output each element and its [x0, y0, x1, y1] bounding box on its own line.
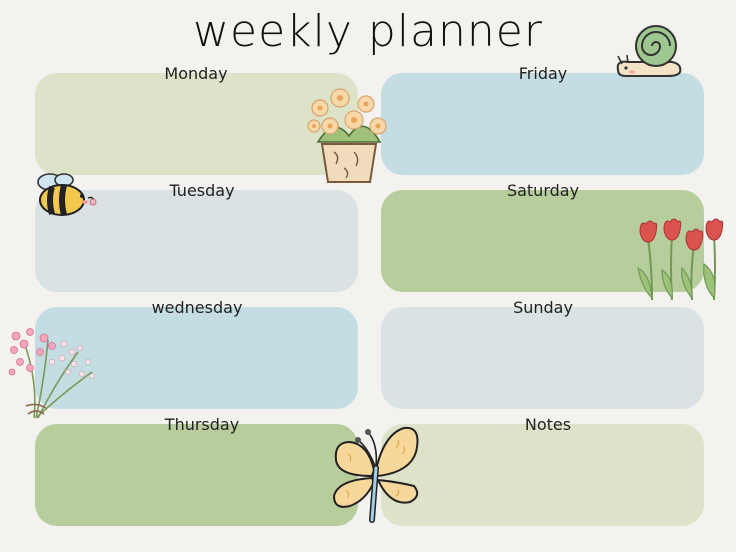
notes-box[interactable] — [381, 424, 704, 526]
bee-icon — [37, 173, 97, 216]
tuesday-label: Tuesday — [169, 181, 235, 200]
pink-flower-bouquet-icon — [8, 328, 95, 419]
snail-icon — [616, 25, 682, 77]
sunday-box[interactable] — [381, 307, 704, 409]
thursday-label: Thursday — [164, 415, 240, 434]
friday-box[interactable] — [381, 73, 704, 175]
saturday-label: Saturday — [506, 181, 580, 200]
sunday-label: Sunday — [513, 298, 573, 317]
butterfly-icon — [332, 426, 419, 523]
monday-label: Monday — [164, 64, 228, 83]
thursday-box[interactable] — [35, 424, 358, 526]
tulips-icon — [637, 218, 724, 301]
flower-basket-icon — [307, 88, 387, 183]
wednesday-label: wednesday — [151, 298, 243, 317]
notes-label: Notes — [524, 415, 572, 434]
friday-label: Friday — [518, 64, 568, 83]
